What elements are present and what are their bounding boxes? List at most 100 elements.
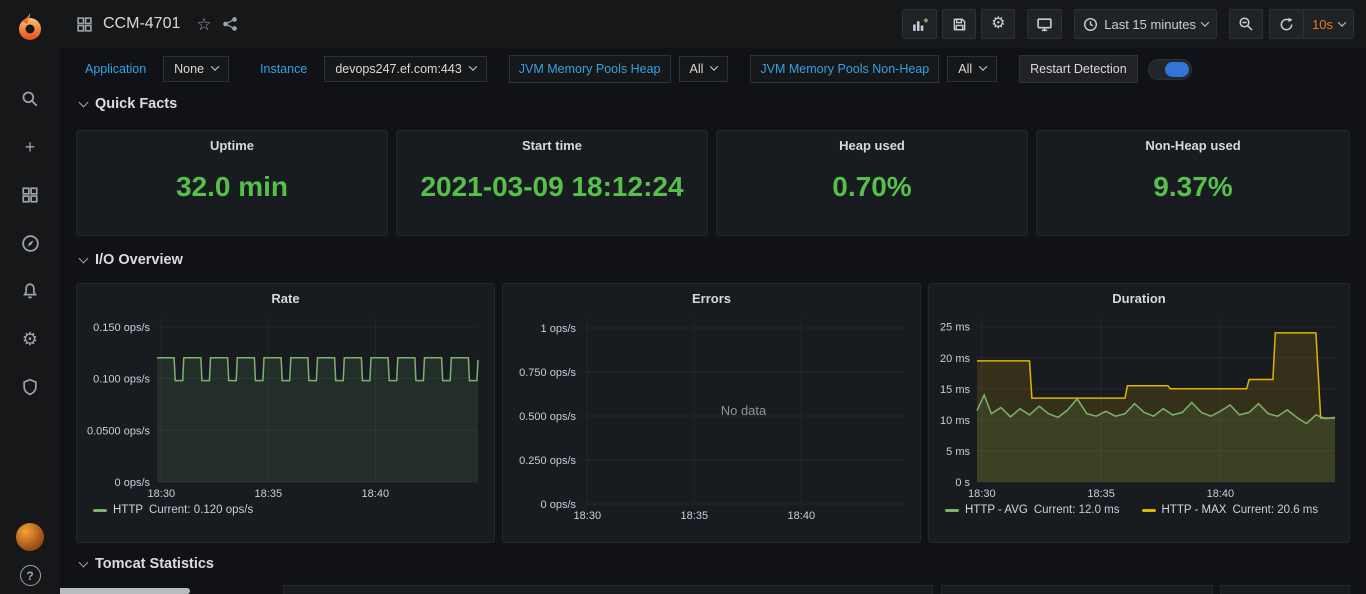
errors-chart[interactable]: 0 ops/s0.250 ops/s0.500 ops/s0.750 ops/s… (509, 310, 914, 522)
svg-text:10 ms: 10 ms (940, 415, 970, 427)
svg-text:18:30: 18:30 (574, 510, 602, 522)
rate-legend: HTTP Current: 0.120 ops/s (93, 504, 494, 516)
svg-text:18:30: 18:30 (968, 488, 996, 500)
section-quick-facts[interactable]: Quick Facts (80, 96, 177, 112)
svg-text:18:35: 18:35 (1087, 488, 1115, 500)
panel-title[interactable]: Duration (929, 284, 1349, 306)
grafana-logo[interactable] (13, 10, 47, 44)
instance-dropdown[interactable]: devops247.ef.com:443 (324, 56, 486, 82)
restart-detection-toggle[interactable] (1148, 59, 1192, 80)
svg-text:15 ms: 15 ms (940, 384, 970, 396)
sidebar-bottom: ? (0, 523, 60, 586)
chevron-down-icon (1201, 18, 1209, 26)
add-panel-button[interactable] (902, 9, 937, 39)
application-dropdown[interactable]: None (163, 56, 229, 82)
svg-text:0.150 ops/s: 0.150 ops/s (93, 322, 150, 334)
svg-text:No data: No data (721, 403, 767, 418)
user-avatar[interactable] (16, 523, 44, 551)
panel-title[interactable]: Start time (397, 131, 707, 153)
panel-title[interactable]: Errors (503, 284, 920, 306)
variable-heap-pools: JVM Memory Pools Heap All (509, 55, 729, 83)
panel-title[interactable]: Heap used (717, 131, 1027, 153)
stat-panel-nonheap-used: Non-Heap used 9.37% (1036, 130, 1350, 236)
share-icon[interactable] (222, 16, 238, 32)
configuration-gear-icon[interactable]: ⚙ (19, 328, 41, 350)
toggle-knob (1165, 62, 1189, 77)
stat-value: 2021-03-09 18:12:24 (397, 171, 707, 203)
heap-pools-label: JVM Memory Pools Heap (509, 55, 671, 83)
nonheap-pools-dropdown[interactable]: All (947, 56, 997, 82)
rate-chart[interactable]: 0 ops/s0.0500 ops/s0.100 ops/s0.150 ops/… (83, 310, 488, 500)
svg-text:0 ops/s: 0 ops/s (541, 499, 577, 511)
sidebar: + ⚙ ? (0, 0, 60, 594)
refresh-interval-picker[interactable]: 10s (1303, 9, 1354, 39)
chevron-down-icon (979, 62, 987, 70)
svg-text:0.0500 ops/s: 0.0500 ops/s (87, 425, 150, 437)
cycle-view-mode-button[interactable] (1027, 9, 1062, 39)
svg-text:18:40: 18:40 (1207, 488, 1235, 500)
dashboard-heading: CCM-4701 ☆ (76, 15, 238, 33)
dashboard-grid-icon[interactable] (76, 16, 93, 33)
svg-text:0.250 ops/s: 0.250 ops/s (519, 455, 576, 467)
search-icon[interactable] (19, 88, 41, 110)
panel-title[interactable]: Uptime (77, 131, 387, 153)
refresh-interval-label: 10s (1312, 17, 1333, 32)
graph-panel-errors: Errors 0 ops/s0.250 ops/s0.500 ops/s0.75… (502, 283, 921, 543)
stat-value: 0.70% (717, 171, 1027, 203)
variable-instance: Instance devops247.ef.com:443 (251, 56, 487, 82)
application-label: Application (76, 56, 155, 82)
svg-text:18:40: 18:40 (788, 510, 816, 522)
svg-text:20 ms: 20 ms (940, 353, 970, 365)
chevron-down-icon (710, 62, 718, 70)
panel-title[interactable]: Rate (77, 284, 494, 306)
heap-pools-dropdown[interactable]: All (679, 56, 729, 82)
section-tomcat-statistics[interactable]: Tomcat Statistics (80, 556, 214, 572)
variable-restart-detection: Restart Detection (1019, 55, 1192, 83)
template-variables-row: Application None Instance devops247.ef.c… (76, 54, 1214, 84)
svg-text:18:35: 18:35 (255, 488, 283, 500)
series-swatch (93, 509, 107, 512)
svg-text:18:30: 18:30 (148, 488, 176, 500)
collapse-chevron-icon (79, 254, 89, 264)
clock-icon (1083, 17, 1098, 32)
svg-text:18:35: 18:35 (681, 510, 709, 522)
svg-text:5 ms: 5 ms (946, 446, 970, 458)
time-range-label: Last 15 minutes (1104, 17, 1196, 32)
server-admin-shield-icon[interactable] (19, 376, 41, 398)
svg-text:25 ms: 25 ms (940, 322, 970, 334)
refresh-button[interactable] (1269, 9, 1303, 39)
duration-legend: HTTP - AVG Current: 12.0 ms HTTP - MAX C… (945, 504, 1349, 516)
partial-panel-top (283, 585, 933, 594)
stat-value: 32.0 min (77, 171, 387, 203)
svg-text:1 ops/s: 1 ops/s (541, 323, 577, 335)
duration-chart[interactable]: 0 s5 ms10 ms15 ms20 ms25 ms18:3018:3518:… (935, 310, 1345, 500)
sidebar-nav: + ⚙ (19, 88, 41, 398)
time-range-picker[interactable]: Last 15 minutes (1074, 9, 1217, 39)
graph-panel-rate: Rate 0 ops/s0.0500 ops/s0.100 ops/s0.150… (76, 283, 495, 543)
legend-entry[interactable]: HTTP - AVG Current: 12.0 ms (945, 504, 1120, 516)
section-io-overview[interactable]: I/O Overview (80, 252, 183, 268)
star-icon[interactable]: ☆ (196, 16, 211, 33)
grafana-app: + ⚙ ? CCM-4701 ☆ (0, 0, 1366, 594)
collapse-chevron-icon (79, 558, 89, 568)
explore-compass-icon[interactable] (19, 232, 41, 254)
stat-value: 9.37% (1037, 171, 1349, 203)
toolbar: ⚙ Last 15 minutes (890, 9, 1354, 39)
graph-panel-duration: Duration 0 s5 ms10 ms15 ms20 ms25 ms18:3… (928, 283, 1350, 543)
dashboard-settings-button[interactable]: ⚙ (981, 9, 1015, 39)
nonheap-pools-label: JVM Memory Pools Non-Heap (750, 55, 939, 83)
zoom-out-time-button[interactable] (1229, 9, 1263, 39)
svg-text:0.500 ops/s: 0.500 ops/s (519, 411, 576, 423)
series-swatch (945, 509, 959, 512)
grafana-logo-icon (15, 12, 45, 42)
top-bar: CCM-4701 ☆ ⚙ (60, 0, 1366, 48)
panel-title[interactable]: Non-Heap used (1037, 131, 1349, 153)
create-plus-icon[interactable]: + (19, 136, 41, 158)
alerting-bell-icon[interactable] (19, 280, 41, 302)
dashboards-icon[interactable] (19, 184, 41, 206)
help-icon[interactable]: ? (20, 565, 41, 586)
legend-entry[interactable]: HTTP Current: 0.120 ops/s (93, 504, 253, 516)
legend-entry[interactable]: HTTP - MAX Current: 20.6 ms (1142, 504, 1319, 516)
save-dashboard-button[interactable] (942, 9, 976, 39)
restart-detection-label: Restart Detection (1019, 55, 1138, 83)
